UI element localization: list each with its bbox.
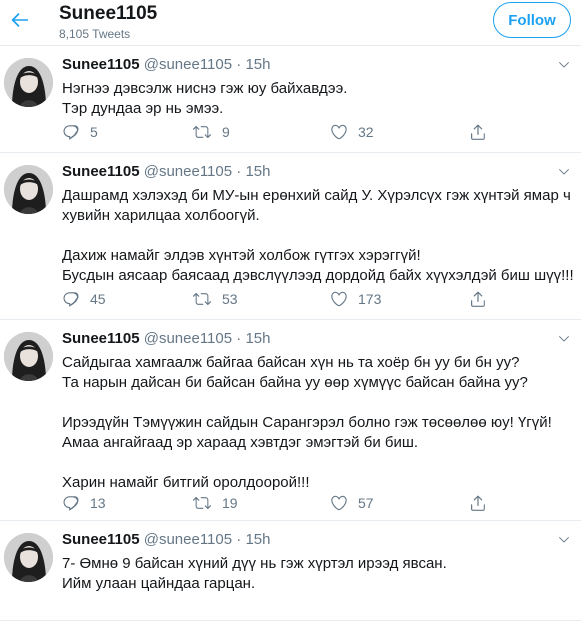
user-handle[interactable]: @sunee1105 (144, 163, 232, 180)
display-name[interactable]: Sunee1105 (62, 531, 140, 548)
tweet-text-line: Сайдыгаа хамгаалж байгаа байсан хүн нь т… (62, 354, 520, 371)
tweet-timestamp[interactable]: 15h (245, 163, 270, 180)
tweet-actions: 13 19 57 (62, 494, 532, 514)
tweet-text-line: Тэр дундаа эр нь эмээ. (62, 100, 224, 117)
line-break (62, 226, 574, 246)
tweet-actions: 45 53 173 (62, 290, 532, 310)
profile-title: Sunee1105 (59, 3, 158, 24)
reply-count: 45 (90, 291, 106, 307)
display-name[interactable]: Sunee1105 (62, 163, 140, 180)
line-break (62, 453, 552, 473)
display-name[interactable]: Sunee1105 (62, 56, 140, 73)
retweet-icon (192, 123, 212, 141)
reply-button[interactable]: 5 (62, 123, 98, 141)
tweet-text-line: Нэгнээ дэвсэлж ниснэ гэж юу байхавдээ. (62, 80, 348, 97)
like-count: 32 (358, 124, 374, 140)
user-handle[interactable]: @sunee1105 (144, 330, 232, 347)
tweet-text: 7- Өмнө 9 байсан хүний дүү нь гэж хүртэл… (62, 554, 447, 594)
tweet-text-line: Ийм улаан цайндаа гарцан. (62, 575, 256, 592)
profile-header: Sunee1105 8,105 Tweets Follow (0, 0, 581, 46)
follow-button[interactable]: Follow (493, 2, 571, 38)
tweet[interactable]: Sunee1105 @sunee1105 · 15h Сайдыгаа хамг… (0, 320, 581, 521)
reply-icon (62, 123, 80, 141)
separator-dot: · (236, 531, 242, 548)
tweet-text-line: Дахиж намайг элдэв хүнтэй холбож гүтгэх … (62, 247, 421, 264)
separator-dot: · (236, 56, 242, 73)
retweet-count: 53 (222, 291, 238, 307)
separator-dot: · (236, 163, 242, 180)
retweet-button[interactable]: 19 (192, 494, 238, 512)
avatar[interactable] (4, 58, 53, 107)
tweet-text: Дашрамд хэлэхэд би МУ-ын ерөнхий сайд У.… (62, 186, 574, 286)
tweet-header: Sunee1105 @sunee1105 · 15h (62, 330, 270, 347)
share-icon (469, 290, 487, 308)
reply-icon (62, 494, 80, 512)
share-button[interactable] (469, 123, 487, 141)
share-button[interactable] (469, 494, 487, 512)
like-button[interactable]: 57 (330, 494, 374, 512)
reply-button[interactable]: 45 (62, 290, 106, 308)
tweet-header: Sunee1105 @sunee1105 · 15h (62, 531, 270, 548)
reply-count: 5 (90, 124, 98, 140)
retweet-icon (192, 494, 212, 512)
share-icon (469, 123, 487, 141)
tweet[interactable]: Sunee1105 @sunee1105 · 15h Нэгнээ дэвсэл… (0, 46, 581, 153)
tweet-text-line: Харин намайг битгий оролдоорой!!! (62, 474, 310, 491)
tweet-timestamp[interactable]: 15h (245, 330, 270, 347)
retweet-count: 9 (222, 124, 230, 140)
separator-dot: · (236, 330, 242, 347)
tweet-text-line: Амаа ангайгаад эр хараад хэвтдэг эмэгтэй… (62, 434, 419, 451)
share-button[interactable] (469, 290, 487, 308)
retweet-button[interactable]: 53 (192, 290, 238, 308)
chevron-down-icon[interactable] (557, 332, 571, 346)
like-count: 57 (358, 495, 374, 511)
tweet-count: 8,105 Tweets (59, 27, 131, 41)
heart-icon (330, 123, 348, 141)
tweet-text-line: Ирээдүйн Тэмүүжин сайдын Сарангэрэл болн… (62, 414, 552, 431)
retweet-count: 19 (222, 495, 238, 511)
tweet[interactable]: Sunee1105 @sunee1105 · 15h 7- Өмнө 9 бай… (0, 521, 581, 621)
chevron-down-icon[interactable] (557, 165, 571, 179)
avatar[interactable] (4, 533, 53, 582)
avatar[interactable] (4, 332, 53, 381)
heart-icon (330, 290, 348, 308)
reply-count: 13 (90, 495, 106, 511)
avatar[interactable] (4, 165, 53, 214)
retweet-button[interactable]: 9 (192, 123, 230, 141)
user-handle[interactable]: @sunee1105 (144, 56, 232, 73)
chevron-down-icon[interactable] (557, 533, 571, 547)
tweet-timestamp[interactable]: 15h (245, 56, 270, 73)
tweet-header: Sunee1105 @sunee1105 · 15h (62, 56, 270, 73)
reply-icon (62, 290, 80, 308)
tweet-header: Sunee1105 @sunee1105 · 15h (62, 163, 270, 180)
display-name[interactable]: Sunee1105 (62, 330, 140, 347)
reply-button[interactable]: 13 (62, 494, 106, 512)
arrow-left-icon[interactable] (8, 8, 32, 32)
tweet-actions: 5 9 32 (62, 123, 532, 143)
tweet-text-line: 7- Өмнө 9 байсан хүний дүү нь гэж хүртэл… (62, 555, 447, 572)
like-count: 173 (358, 291, 382, 307)
chevron-down-icon[interactable] (557, 58, 571, 72)
like-button[interactable]: 32 (330, 123, 374, 141)
like-button[interactable]: 173 (330, 290, 381, 308)
user-handle[interactable]: @sunee1105 (144, 531, 232, 548)
tweet-text-line: Дашрамд хэлэхэд би МУ-ын ерөнхий сайд У.… (62, 187, 571, 204)
share-icon (469, 494, 487, 512)
tweet-text-line: Бусдын аясаар баясаад дэвслүүлээд дордой… (62, 267, 574, 284)
tweet-text-line: хувийн харилцаа холбоогүй. (62, 207, 260, 224)
line-break (62, 393, 552, 413)
tweet-text: Нэгнээ дэвсэлж ниснэ гэж юу байхавдээ. Тэ… (62, 79, 347, 119)
tweet-text-line: Та нарын дайсан би байсан байна уу өөр х… (62, 374, 528, 391)
tweet-text: Сайдыгаа хамгаалж байгаа байсан хүн нь т… (62, 353, 552, 493)
retweet-icon (192, 290, 212, 308)
heart-icon (330, 494, 348, 512)
tweet-timestamp[interactable]: 15h (245, 531, 270, 548)
tweet[interactable]: Sunee1105 @sunee1105 · 15h Дашрамд хэлэх… (0, 153, 581, 320)
